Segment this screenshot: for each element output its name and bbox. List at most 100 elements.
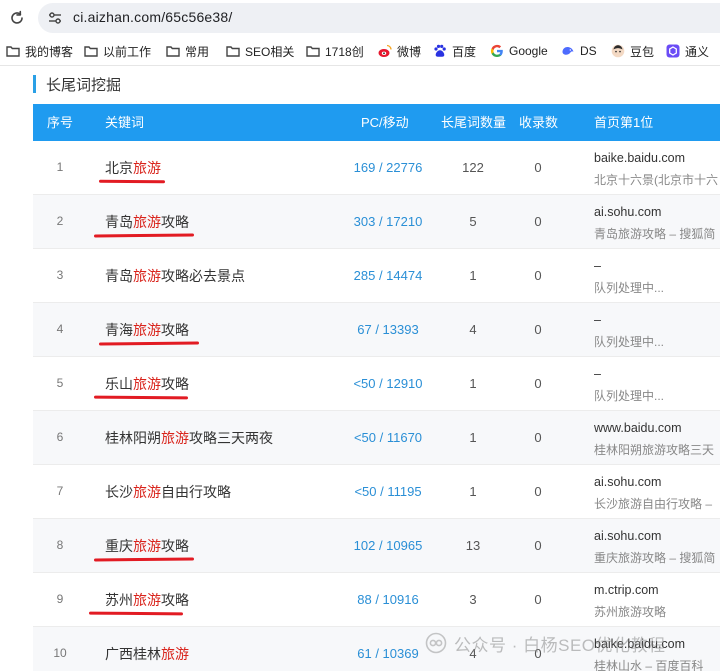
keyword-underline-mark <box>93 233 195 238</box>
bookmark-label: 百度 <box>452 44 477 59</box>
bookmark-label: 豆包 <box>630 44 655 59</box>
keyword-link[interactable]: 乐山旅游攻略 <box>105 374 189 394</box>
keyword-suffix: 攻略三天两夜 <box>189 430 273 446</box>
bookmark-my-blog[interactable]: 我的博客 <box>6 42 73 60</box>
bookmark-label: 微博 <box>397 44 422 59</box>
keyword-highlight: 旅游 <box>133 484 161 500</box>
keyword-link[interactable]: 广西桂林旅游 <box>105 644 189 664</box>
site-info-icon[interactable] <box>48 11 62 25</box>
section-title: 长尾词挖掘 <box>46 76 122 94</box>
row-index: 3 <box>56 268 64 282</box>
table-row: 5 乐山旅游攻略 <50 / 12910 1 0 – 队列处理中... <box>33 357 720 411</box>
longtail-count: 122 <box>462 160 484 175</box>
keyword-link[interactable]: 青岛旅游攻略必去景点 <box>105 266 245 286</box>
first-result-title: 桂林阳朔旅游攻略三天 <box>594 443 715 457</box>
indexed-count: 0 <box>534 268 542 283</box>
bookmarks-bar: 我的博客 以前工作 常用 SEO相关 1718创 微博 百度 Google DS… <box>0 36 720 66</box>
table-row: 3 青岛旅游攻略必去景点 285 / 14474 1 0 – 队列处理中... <box>33 249 720 303</box>
doubao-icon <box>611 44 625 58</box>
bookmark-google[interactable]: Google <box>490 42 548 60</box>
bookmark-previous-work[interactable]: 以前工作 <box>84 42 151 60</box>
row-index: 10 <box>53 646 67 660</box>
bookmark-baidu[interactable]: 百度 <box>433 42 476 60</box>
first-result-domain[interactable]: m.ctrip.com <box>594 583 659 597</box>
first-result-domain[interactable]: – <box>594 259 601 273</box>
keyword-link[interactable]: 青岛旅游攻略 <box>105 212 189 232</box>
first-result-domain[interactable]: baike.baidu.com <box>594 151 685 165</box>
keyword-link[interactable]: 北京旅游 <box>105 158 161 178</box>
table-row: 4 青海旅游攻略 67 / 13393 4 0 – 队列处理中... <box>33 303 720 357</box>
folder-icon <box>6 46 20 57</box>
bookmark-1718[interactable]: 1718创 <box>306 42 364 60</box>
pc-mobile-index[interactable]: <50 / 11195 <box>333 484 443 499</box>
address-bar: ci.aizhan.com/65c56e38/ <box>0 0 720 36</box>
first-result-title: 队列处理中... <box>594 389 665 403</box>
tongyi-icon <box>666 44 680 58</box>
pc-mobile-index[interactable]: 303 / 17210 <box>333 214 443 229</box>
keyword-highlight: 旅游 <box>133 322 161 338</box>
first-result-domain[interactable]: ai.sohu.com <box>594 205 661 219</box>
keyword-highlight: 旅游 <box>133 268 161 284</box>
pc-mobile-index[interactable]: 169 / 22776 <box>333 160 443 175</box>
table-row: 9 苏州旅游攻略 88 / 10916 3 0 m.ctrip.com 苏州旅游攻略 <box>33 573 720 627</box>
bookmark-label: 1718创 <box>325 44 364 59</box>
keyword-link[interactable]: 长沙旅游自由行攻略 <box>105 482 231 502</box>
table-body: 1 北京旅游 169 / 22776 122 0 baike.baidu.com 北京十六景… <box>33 141 720 671</box>
table-row: 2 青岛旅游攻略 303 / 17210 5 0 ai.sohu.com 青岛旅游攻略 – … <box>33 195 720 249</box>
first-result-domain[interactable]: – <box>594 367 601 381</box>
row-index: 7 <box>56 484 64 498</box>
keyword-suffix: 攻略必去景点 <box>161 268 245 284</box>
bookmark-common[interactable]: 常用 <box>166 42 209 60</box>
first-result-domain[interactable]: ai.sohu.com <box>594 529 661 543</box>
folder-icon <box>166 46 180 57</box>
keyword-prefix: 青海 <box>105 322 133 338</box>
bookmark-seo[interactable]: SEO相关 <box>226 42 294 60</box>
bookmark-doubao[interactable]: 豆包 <box>611 42 654 60</box>
keyword-link[interactable]: 青海旅游攻略 <box>105 320 189 340</box>
first-result-title: 长沙旅游自由行攻略 – <box>594 497 713 511</box>
table-row: 7 长沙旅游自由行攻略 <50 / 11195 1 0 ai.sohu.com 长沙旅游自由… <box>33 465 720 519</box>
keyword-highlight: 旅游 <box>161 646 189 662</box>
row-index: 5 <box>56 376 64 390</box>
pc-mobile-index[interactable]: 88 / 10916 <box>333 592 443 607</box>
longtail-count: 1 <box>469 484 477 499</box>
row-index: 6 <box>56 430 64 444</box>
bookmark-tongyi[interactable]: 通义 <box>666 42 709 60</box>
header-index: 序号 <box>47 115 74 130</box>
first-result-title: 队列处理中... <box>594 281 665 295</box>
folder-icon <box>226 46 240 57</box>
keyword-link[interactable]: 桂林阳朔旅游攻略三天两夜 <box>105 428 273 448</box>
url-omnibox[interactable]: ci.aizhan.com/65c56e38/ <box>38 3 720 33</box>
table-row: 8 重庆旅游攻略 102 / 10965 13 0 ai.sohu.com 重庆旅游攻略 –… <box>33 519 720 573</box>
longtail-keywords-table: 序号 关键词 PC/移动 长尾词数量 收录数 首页第1位 1 北京旅游 169 / … <box>33 104 720 671</box>
bookmark-label: 我的博客 <box>25 44 74 59</box>
pc-mobile-index[interactable]: 285 / 14474 <box>333 268 443 283</box>
pc-mobile-index[interactable]: 102 / 10965 <box>333 538 443 553</box>
pc-mobile-index[interactable]: 67 / 13393 <box>333 322 443 337</box>
first-result-domain[interactable]: ai.sohu.com <box>594 475 661 489</box>
bookmark-label: 常用 <box>185 44 210 59</box>
indexed-count: 0 <box>534 538 542 553</box>
indexed-count: 0 <box>534 430 542 445</box>
first-result-title: 重庆旅游攻略 – 搜狐简 <box>594 551 716 565</box>
first-result-domain[interactable]: – <box>594 313 601 327</box>
bookmark-label: SEO相关 <box>245 44 295 59</box>
header-first-result: 首页第1位 <box>594 115 654 130</box>
keyword-suffix: 攻略 <box>161 214 189 230</box>
pc-mobile-index[interactable]: <50 / 12910 <box>333 376 443 391</box>
first-result-title: 北京十六景(北京市十六 <box>594 173 718 187</box>
bookmark-label: 以前工作 <box>103 44 152 59</box>
row-index: 8 <box>56 538 64 552</box>
first-result-domain[interactable]: www.baidu.com <box>594 421 682 435</box>
table-row: 1 北京旅游 169 / 22776 122 0 baike.baidu.com 北京十六景… <box>33 141 720 195</box>
keyword-link[interactable]: 重庆旅游攻略 <box>105 536 189 556</box>
longtail-count: 13 <box>465 538 481 553</box>
pc-mobile-index[interactable]: <50 / 11670 <box>333 430 443 445</box>
keyword-underline-mark <box>88 611 184 616</box>
keyword-link[interactable]: 苏州旅游攻略 <box>105 590 189 610</box>
reload-icon[interactable] <box>8 9 26 27</box>
url-text[interactable]: ci.aizhan.com/65c56e38/ <box>73 9 232 25</box>
bookmark-weibo[interactable]: 微博 <box>378 42 421 60</box>
header-pc-mobile: PC/移动 <box>361 115 409 130</box>
bookmark-deepseek[interactable]: DS <box>561 42 597 60</box>
